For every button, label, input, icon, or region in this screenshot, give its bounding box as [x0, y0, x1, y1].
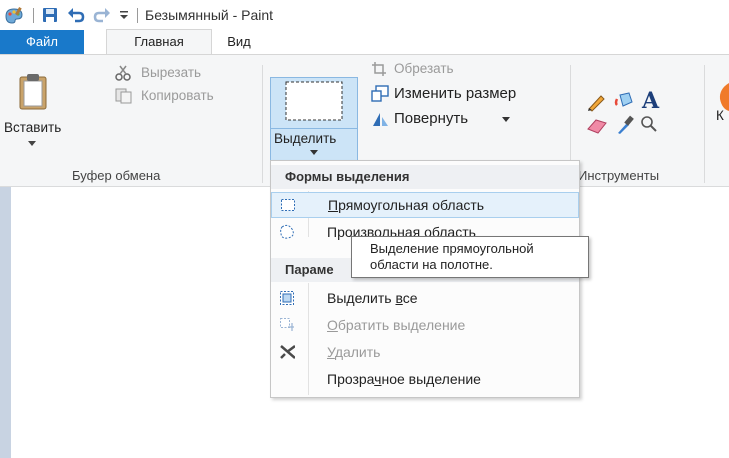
tooltip-line-1: Выделение прямоугольной: [370, 241, 534, 256]
select-label: Выделить: [274, 131, 337, 146]
chevron-down-icon: [310, 150, 318, 155]
tooltip: Выделение прямоугольной области на полот…: [351, 236, 589, 278]
select-all-icon: [280, 291, 294, 305]
canvas-left-border: [0, 187, 11, 458]
transparent-selection-label: Прозрачное выделение: [327, 366, 481, 392]
invert-selection-label: Обратить выделение: [327, 312, 465, 338]
crop-button[interactable]: Обрезать: [394, 61, 454, 76]
paste-button[interactable]: Вставить: [4, 73, 62, 155]
menu-item-rectangular-selection[interactable]: Прямоугольная область: [271, 192, 579, 218]
menu-item-delete[interactable]: Удалить: [271, 339, 579, 365]
mnemonic: в: [395, 290, 403, 306]
rectangle-selection-icon: [281, 199, 295, 211]
tooltip-line-2: области на полотне.: [370, 257, 493, 272]
text-tool-icon[interactable]: A: [642, 88, 659, 114]
delete-label-rest: далить: [334, 344, 381, 360]
rectangular-selection-label: Прямоугольная область: [328, 192, 484, 218]
transparent-label-pre: Прозра: [327, 371, 375, 387]
titlebar-separator: [137, 8, 138, 23]
mnemonic: У: [327, 344, 335, 360]
selection-dropdown-menu: Формы выделения Прямоугольная область Пр…: [270, 160, 580, 398]
resize-button[interactable]: Изменить размер: [394, 85, 516, 102]
clipboard-icon: [19, 74, 47, 110]
menu-item-select-all[interactable]: Выделить все: [271, 285, 579, 311]
color-picker-icon[interactable]: [616, 115, 634, 135]
chevron-down-icon: [28, 141, 36, 146]
window-title: Безымянный - Paint: [145, 7, 274, 23]
title-bar: Безымянный - Paint: [0, 0, 729, 30]
group-separator: [704, 65, 705, 183]
rotate-label: Повернуть: [394, 110, 469, 127]
clipboard-group: Вставить Вырезать Копировать Буфер обмен…: [0, 55, 262, 188]
copy-button[interactable]: Копировать: [141, 88, 214, 103]
paint-app-icon[interactable]: [4, 6, 24, 24]
save-icon[interactable]: [42, 7, 58, 23]
scissors-icon[interactable]: [115, 65, 131, 81]
resize-icon[interactable]: [371, 85, 389, 102]
crop-icon[interactable]: [371, 61, 387, 77]
mnemonic: О: [327, 317, 338, 333]
transparent-label-rest: ное выделение: [381, 371, 481, 387]
invert-selection-icon: [280, 318, 294, 331]
selection-shapes-header: Формы выделения: [271, 165, 579, 189]
delete-label: Удалить: [327, 339, 380, 365]
undo-icon[interactable]: [67, 7, 85, 23]
tab-file[interactable]: Файл: [0, 30, 84, 54]
redo-icon[interactable]: [93, 7, 111, 23]
delete-x-icon: [280, 345, 295, 359]
rotate-button[interactable]: Повернуть: [394, 110, 468, 127]
tab-view[interactable]: Вид: [214, 30, 264, 54]
mnemonic: П: [328, 197, 339, 213]
chevron-down-icon: [502, 117, 510, 122]
select-all-label-rest: се: [402, 290, 418, 306]
cut-button[interactable]: Вырезать: [141, 65, 201, 80]
split-divider: [271, 128, 357, 129]
menu-item-transparent-selection[interactable]: Прозрачное выделение: [271, 366, 579, 392]
magnifier-icon[interactable]: [640, 115, 658, 133]
clipboard-group-label: Буфер обмена: [72, 168, 161, 183]
eraser-icon[interactable]: [586, 117, 608, 135]
rotate-icon[interactable]: [372, 111, 389, 127]
ribbon-tabs: Файл Главная Вид: [0, 29, 729, 55]
customize-quick-access-icon[interactable]: [118, 9, 130, 21]
pencil-icon[interactable]: [586, 92, 606, 112]
titlebar-separator: [33, 8, 34, 23]
rect-label-rest: рямоугольная область: [338, 197, 485, 213]
menu-item-invert-selection[interactable]: Обратить выделение: [271, 312, 579, 338]
tools-group-label: Инструменты: [578, 168, 660, 183]
selection-rectangle-icon: [285, 81, 343, 121]
fill-bucket-icon[interactable]: [614, 89, 636, 111]
copy-icon[interactable]: [115, 88, 133, 104]
group-separator: [262, 65, 263, 183]
paste-label: Вставить: [4, 120, 62, 135]
select-button[interactable]: Выделить: [270, 77, 358, 163]
tab-home[interactable]: Главная: [106, 29, 212, 55]
select-all-label: Выделить все: [327, 285, 418, 311]
select-all-label-pre: Выделить: [327, 290, 396, 306]
brushes-partial-label[interactable]: К: [716, 108, 724, 123]
invert-label-rest: братить выделение: [337, 317, 466, 333]
free-form-selection-icon: [280, 224, 294, 239]
